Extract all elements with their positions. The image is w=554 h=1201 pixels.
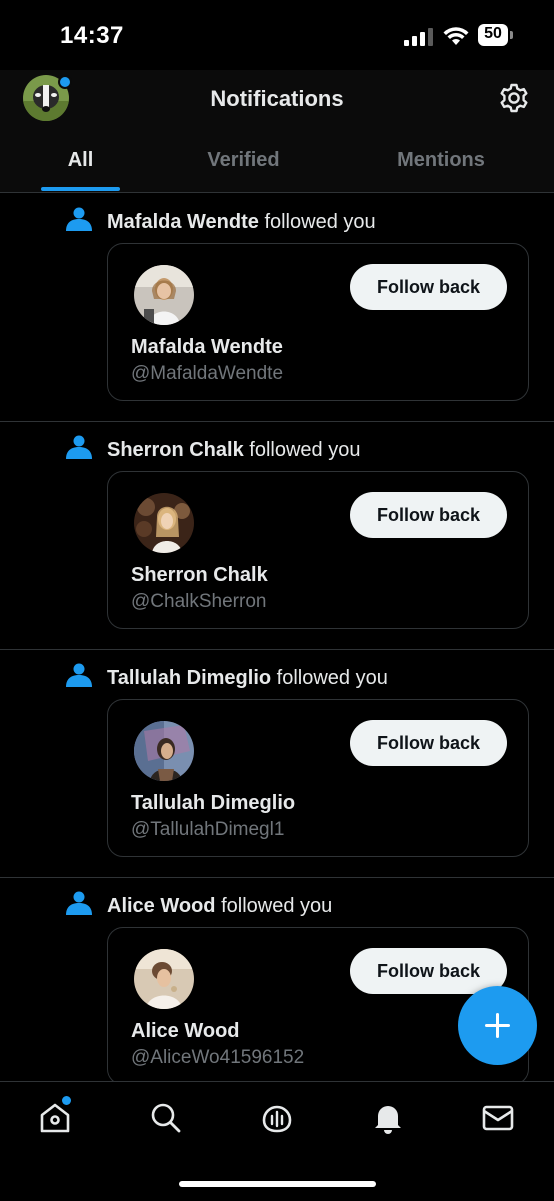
compose-button[interactable] [458,986,537,1065]
person-follow-icon [66,891,92,915]
header: Notifications All Verified Mentions [0,70,554,193]
user-handle: @AliceWo41596152 [131,1047,305,1068]
user-card[interactable]: Follow back Sherron Chalk @ChalkSherron [107,471,529,629]
follow-back-button[interactable]: Follow back [350,264,507,310]
user-card[interactable]: Follow back Tallulah Dimeglio @TallulahD… [107,699,529,857]
user-display-name[interactable]: Tallulah Dimeglio [131,792,295,815]
status-bar: 14:37 50 [0,0,554,70]
notification-action: followed you [264,211,376,233]
notifications-bell-icon[interactable] [370,1100,406,1136]
tab-all[interactable]: All [41,149,120,172]
tab-verified[interactable]: Verified [180,149,307,172]
person-follow-icon [66,207,92,231]
battery-level: 50 [484,25,502,42]
bottom-navigation [0,1081,554,1201]
person-follow-icon [66,435,92,459]
notification-text: Tallulah Dimeglio followed you [107,667,388,690]
active-tab-indicator [41,187,120,191]
page-title: Notifications [210,86,344,111]
home-notification-dot [62,1096,71,1105]
notification-item[interactable]: Tallulah Dimeglio followed you Follow ba… [0,649,554,878]
notification-text: Sherron Chalk followed you [107,439,360,462]
user-display-name[interactable]: Mafalda Wendte [131,336,283,359]
notification-action: followed you [276,667,388,689]
user-handle: @ChalkSherron [131,591,267,612]
notification-text: Mafalda Wendte followed you [107,211,376,234]
follow-back-button[interactable]: Follow back [350,948,507,994]
notification-text: Alice Wood followed you [107,895,332,918]
follower-name[interactable]: Alice Wood [107,895,216,917]
follow-back-button[interactable]: Follow back [350,720,507,766]
user-card[interactable]: Follow back Mafalda Wendte @MafaldaWendt… [107,243,529,401]
user-avatar[interactable] [134,949,194,1009]
battery-icon: 50 [478,24,514,46]
user-display-name[interactable]: Alice Wood [131,1020,240,1043]
follower-name[interactable]: Tallulah Dimeglio [107,667,271,689]
notifications-feed[interactable]: Mafalda Wendte followed you Follow back … [0,193,554,1081]
notification-action: followed you [249,439,361,461]
cellular-signal-icon [404,28,433,46]
user-handle: @MafaldaWendte [131,363,284,384]
user-avatar[interactable] [134,493,194,553]
status-time: 14:37 [60,22,124,49]
notification-item[interactable]: Sherron Chalk followed you Follow back S… [0,421,554,650]
follow-back-button[interactable]: Follow back [350,492,507,538]
user-display-name[interactable]: Sherron Chalk [131,564,268,587]
home-indicator [179,1181,376,1187]
settings-gear-icon[interactable] [498,82,530,114]
tab-mentions[interactable]: Mentions [380,149,502,172]
messages-mail-icon[interactable] [480,1100,516,1136]
notification-item[interactable]: Mafalda Wendte followed you Follow back … [0,193,554,422]
search-icon[interactable] [148,1100,184,1136]
user-avatar[interactable] [134,721,194,781]
tab-bar: All Verified Mentions [0,144,554,192]
home-icon[interactable] [37,1100,73,1136]
notification-action: followed you [221,895,333,917]
follower-name[interactable]: Mafalda Wendte [107,211,259,233]
follower-name[interactable]: Sherron Chalk [107,439,244,461]
user-avatar[interactable] [134,265,194,325]
person-follow-icon [66,663,92,687]
spaces-icon[interactable] [259,1100,295,1136]
wifi-icon [443,27,469,45]
user-handle: @TallulahDimegl1 [131,819,285,840]
